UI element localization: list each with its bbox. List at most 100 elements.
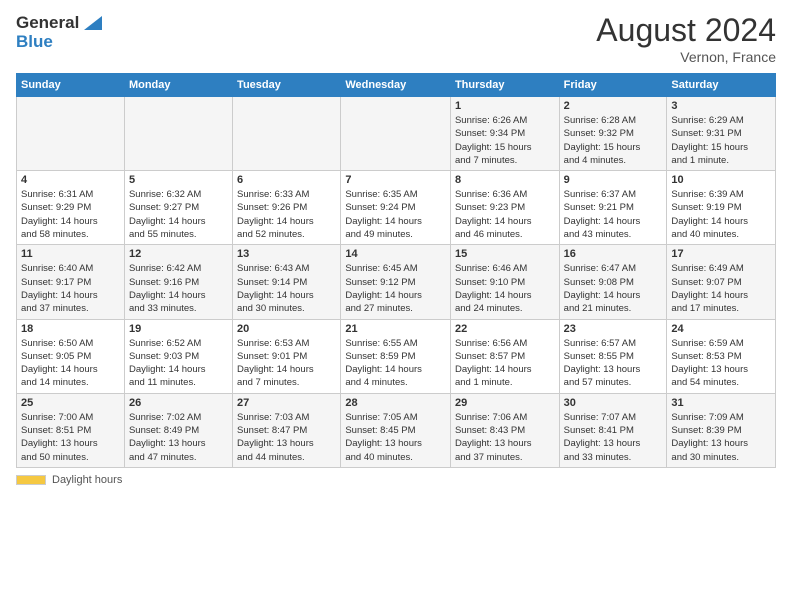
col-friday: Friday	[559, 74, 667, 97]
day-info: Sunrise: 6:56 AM Sunset: 8:57 PM Dayligh…	[455, 337, 555, 390]
calendar-cell: 31 Sunrise: 7:09 AM Sunset: 8:39 PM Dayli…	[667, 393, 776, 467]
day-number: 5	[129, 174, 228, 186]
day-number: 15	[455, 248, 555, 260]
day-info: Sunrise: 6:33 AM Sunset: 9:26 PM Dayligh…	[237, 188, 336, 241]
day-number: 17	[671, 248, 771, 260]
calendar-cell: 25 Sunrise: 7:00 AM Sunset: 8:51 PM Dayli…	[17, 393, 125, 467]
day-number: 11	[21, 248, 120, 260]
page-container: General Blue August 2024 Vernon, France …	[0, 0, 792, 494]
calendar-cell: 20 Sunrise: 6:53 AM Sunset: 9:01 PM Dayli…	[233, 319, 341, 393]
day-info: Sunrise: 6:26 AM Sunset: 9:34 PM Dayligh…	[455, 114, 555, 167]
daylight-label: Daylight hours	[52, 474, 122, 486]
calendar-cell	[124, 97, 232, 171]
daylight-bar-icon	[16, 475, 46, 485]
day-info: Sunrise: 6:37 AM Sunset: 9:21 PM Dayligh…	[564, 188, 663, 241]
day-info: Sunrise: 6:45 AM Sunset: 9:12 PM Dayligh…	[345, 262, 446, 315]
day-info: Sunrise: 6:39 AM Sunset: 9:19 PM Dayligh…	[671, 188, 771, 241]
day-info: Sunrise: 6:31 AM Sunset: 9:29 PM Dayligh…	[21, 188, 120, 241]
calendar-cell: 21 Sunrise: 6:55 AM Sunset: 8:59 PM Dayli…	[341, 319, 451, 393]
day-number: 25	[21, 397, 120, 409]
day-info: Sunrise: 6:29 AM Sunset: 9:31 PM Dayligh…	[671, 114, 771, 167]
calendar-week-row: 18Sunrise: 6:50 AM Sunset: 9:05 PM Dayli…	[17, 319, 776, 393]
day-info: Sunrise: 7:05 AM Sunset: 8:45 PM Dayligh…	[345, 411, 446, 464]
day-info: Sunrise: 7:09 AM Sunset: 8:39 PM Dayligh…	[671, 411, 771, 464]
calendar-cell: 28 Sunrise: 7:05 AM Sunset: 8:45 PM Dayli…	[341, 393, 451, 467]
calendar-cell	[233, 97, 341, 171]
col-sunday: Sunday	[17, 74, 125, 97]
day-info: Sunrise: 6:55 AM Sunset: 8:59 PM Dayligh…	[345, 337, 446, 390]
day-info: Sunrise: 7:03 AM Sunset: 8:47 PM Dayligh…	[237, 411, 336, 464]
day-number: 24	[671, 323, 771, 335]
calendar-cell: 5 Sunrise: 6:32 AM Sunset: 9:27 PM Daylig…	[124, 171, 232, 245]
calendar-table: Sunday Monday Tuesday Wednesday Thursday…	[16, 73, 776, 468]
day-info: Sunrise: 6:57 AM Sunset: 8:55 PM Dayligh…	[564, 337, 663, 390]
calendar-cell: 4 Sunrise: 6:31 AM Sunset: 9:29 PM Daylig…	[17, 171, 125, 245]
day-number: 31	[671, 397, 771, 409]
day-info: Sunrise: 7:00 AM Sunset: 8:51 PM Dayligh…	[21, 411, 120, 464]
calendar-cell: 1 Sunrise: 6:26 AM Sunset: 9:34 PM Daylig…	[450, 97, 559, 171]
calendar-cell: 17 Sunrise: 6:49 AM Sunset: 9:07 PM Dayli…	[667, 245, 776, 319]
day-number: 4	[21, 174, 120, 186]
col-wednesday: Wednesday	[341, 74, 451, 97]
calendar-cell: 6 Sunrise: 6:33 AM Sunset: 9:26 PM Daylig…	[233, 171, 341, 245]
calendar-cell: 14 Sunrise: 6:45 AM Sunset: 9:12 PM Dayli…	[341, 245, 451, 319]
day-number: 21	[345, 323, 446, 335]
day-info: Sunrise: 6:43 AM Sunset: 9:14 PM Dayligh…	[237, 262, 336, 315]
calendar-cell: 23Sunrise: 6:57 AM Sunset: 8:55 PM Dayli…	[559, 319, 667, 393]
logo-general: General	[16, 13, 79, 33]
day-info: Sunrise: 6:40 AM Sunset: 9:17 PM Dayligh…	[21, 262, 120, 315]
col-thursday: Thursday	[450, 74, 559, 97]
col-tuesday: Tuesday	[233, 74, 341, 97]
day-number: 1	[455, 100, 555, 112]
day-info: Sunrise: 6:52 AM Sunset: 9:03 PM Dayligh…	[129, 337, 228, 390]
calendar-cell: 3 Sunrise: 6:29 AM Sunset: 9:31 PM Daylig…	[667, 97, 776, 171]
day-info: Sunrise: 6:49 AM Sunset: 9:07 PM Dayligh…	[671, 262, 771, 315]
day-number: 8	[455, 174, 555, 186]
calendar-header-row: Sunday Monday Tuesday Wednesday Thursday…	[17, 74, 776, 97]
day-number: 22	[455, 323, 555, 335]
day-number: 3	[671, 100, 771, 112]
calendar-cell: 26Sunrise: 7:02 AM Sunset: 8:49 PM Dayli…	[124, 393, 232, 467]
logo: General Blue	[16, 12, 102, 52]
day-number: 28	[345, 397, 446, 409]
day-info: Sunrise: 6:35 AM Sunset: 9:24 PM Dayligh…	[345, 188, 446, 241]
day-info: Sunrise: 7:06 AM Sunset: 8:43 PM Dayligh…	[455, 411, 555, 464]
day-number: 27	[237, 397, 336, 409]
day-info: Sunrise: 6:42 AM Sunset: 9:16 PM Dayligh…	[129, 262, 228, 315]
calendar-cell: 13 Sunrise: 6:43 AM Sunset: 9:14 PM Dayli…	[233, 245, 341, 319]
day-number: 2	[564, 100, 663, 112]
day-number: 30	[564, 397, 663, 409]
day-number: 14	[345, 248, 446, 260]
calendar-cell: 16Sunrise: 6:47 AM Sunset: 9:08 PM Dayli…	[559, 245, 667, 319]
calendar-cell: 2 Sunrise: 6:28 AM Sunset: 9:32 PM Daylig…	[559, 97, 667, 171]
day-info: Sunrise: 6:32 AM Sunset: 9:27 PM Dayligh…	[129, 188, 228, 241]
day-number: 12	[129, 248, 228, 260]
calendar-cell: 11 Sunrise: 6:40 AM Sunset: 9:17 PM Dayli…	[17, 245, 125, 319]
calendar-cell: 10Sunrise: 6:39 AM Sunset: 9:19 PM Dayli…	[667, 171, 776, 245]
logo-icon	[80, 12, 102, 34]
calendar-cell: 24Sunrise: 6:59 AM Sunset: 8:53 PM Dayli…	[667, 319, 776, 393]
day-number: 29	[455, 397, 555, 409]
day-info: Sunrise: 6:53 AM Sunset: 9:01 PM Dayligh…	[237, 337, 336, 390]
month-year-title: August 2024	[596, 12, 776, 49]
calendar-cell: 7Sunrise: 6:35 AM Sunset: 9:24 PM Daylig…	[341, 171, 451, 245]
day-info: Sunrise: 6:28 AM Sunset: 9:32 PM Dayligh…	[564, 114, 663, 167]
calendar-cell: 22 Sunrise: 6:56 AM Sunset: 8:57 PM Dayli…	[450, 319, 559, 393]
day-info: Sunrise: 6:36 AM Sunset: 9:23 PM Dayligh…	[455, 188, 555, 241]
footer: Daylight hours	[16, 474, 776, 486]
logo-blue: Blue	[16, 32, 102, 52]
calendar-cell: 9 Sunrise: 6:37 AM Sunset: 9:21 PM Daylig…	[559, 171, 667, 245]
day-number: 20	[237, 323, 336, 335]
calendar-week-row: 25 Sunrise: 7:00 AM Sunset: 8:51 PM Dayli…	[17, 393, 776, 467]
page-header: General Blue August 2024 Vernon, France	[16, 12, 776, 65]
calendar-cell: 15Sunrise: 6:46 AM Sunset: 9:10 PM Dayli…	[450, 245, 559, 319]
day-info: Sunrise: 7:02 AM Sunset: 8:49 PM Dayligh…	[129, 411, 228, 464]
day-number: 13	[237, 248, 336, 260]
day-number: 9	[564, 174, 663, 186]
col-saturday: Saturday	[667, 74, 776, 97]
calendar-cell: 30Sunrise: 7:07 AM Sunset: 8:41 PM Dayli…	[559, 393, 667, 467]
calendar-cell: 12 Sunrise: 6:42 AM Sunset: 9:16 PM Dayli…	[124, 245, 232, 319]
day-number: 6	[237, 174, 336, 186]
calendar-cell: 27 Sunrise: 7:03 AM Sunset: 8:47 PM Dayli…	[233, 393, 341, 467]
calendar-cell	[17, 97, 125, 171]
